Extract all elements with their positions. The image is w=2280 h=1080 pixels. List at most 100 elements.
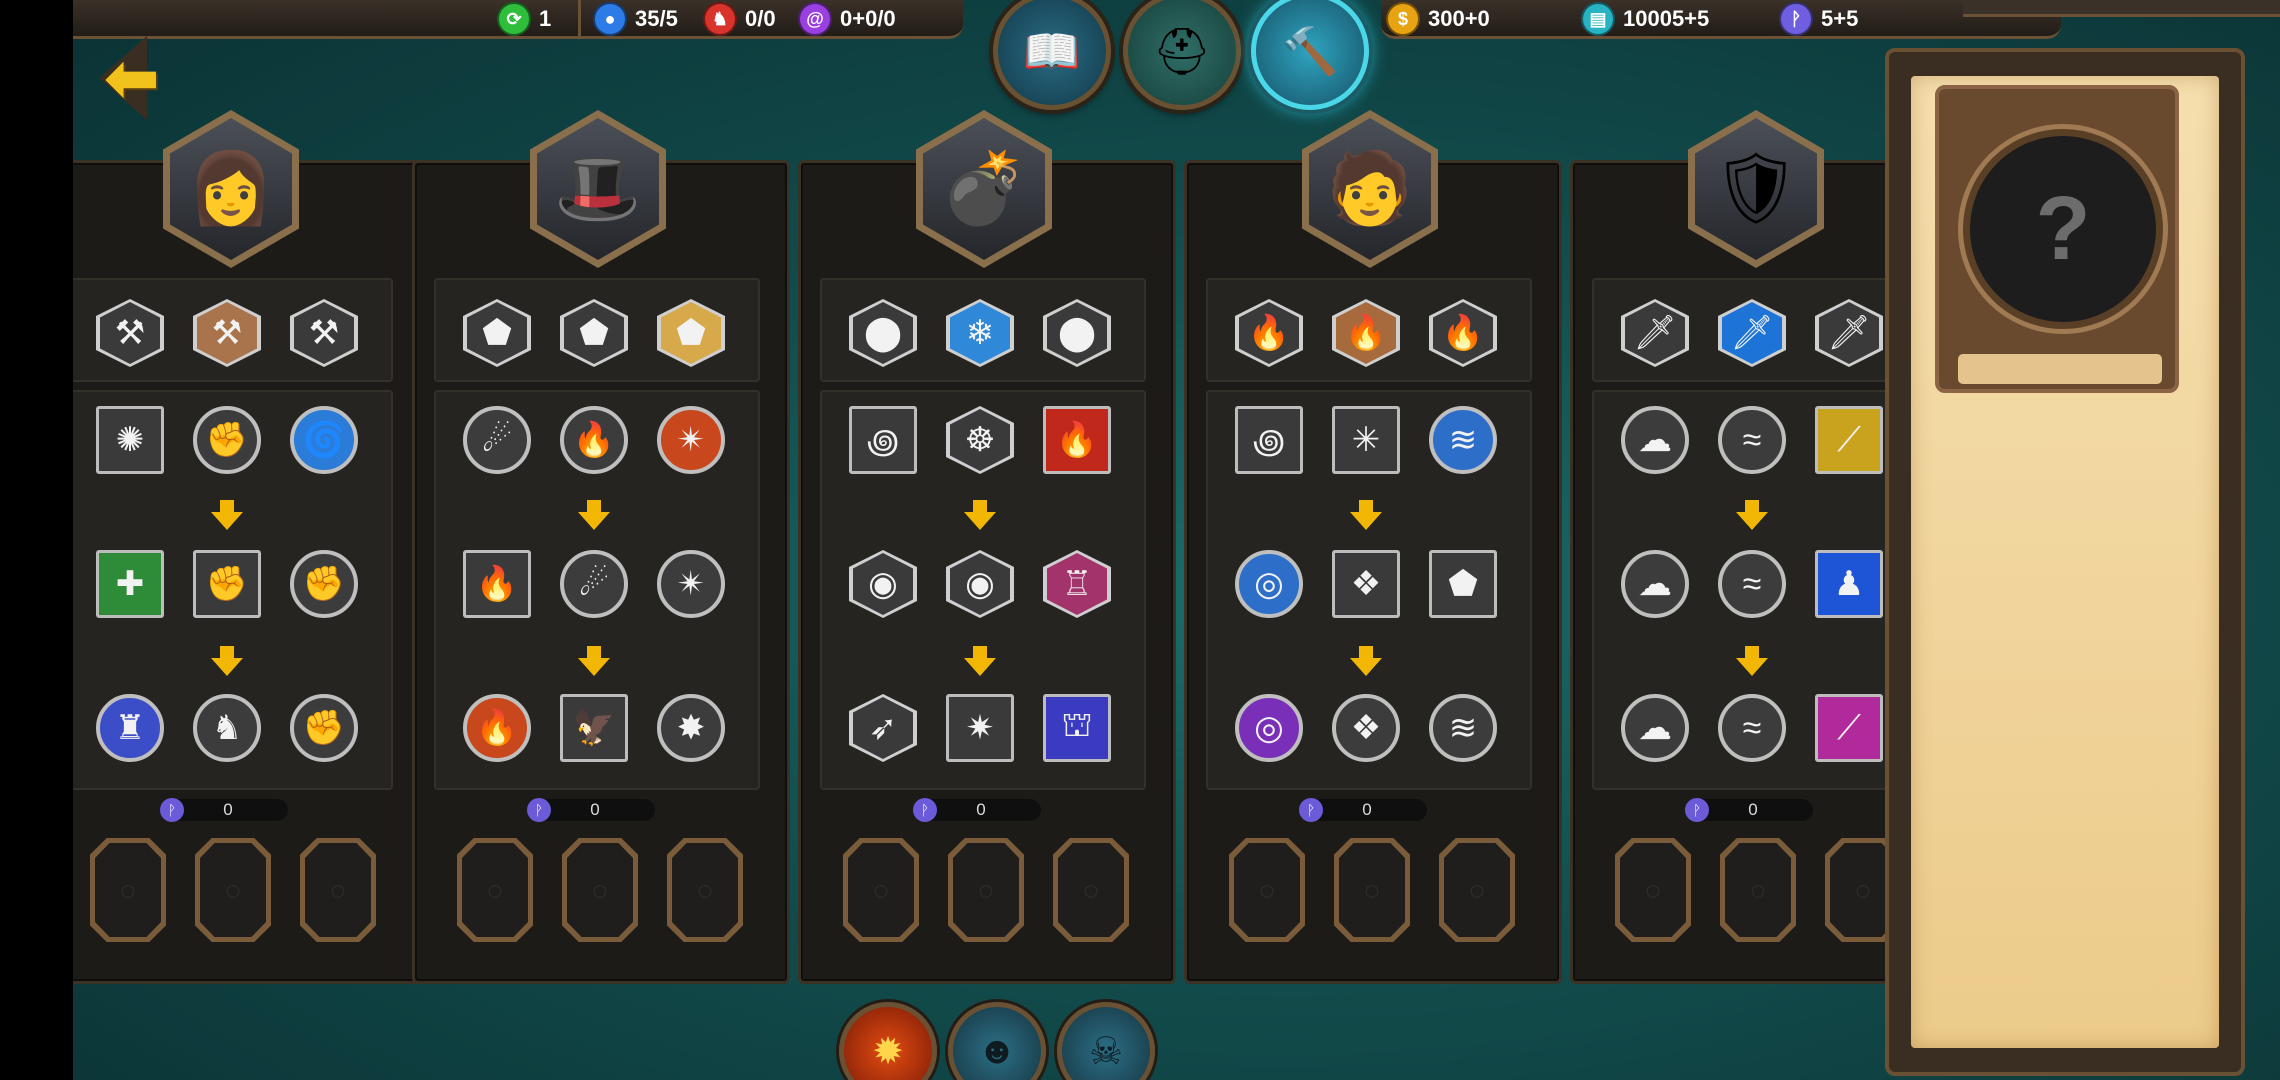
punch-skill-icon[interactable]: ✊: [290, 550, 358, 618]
swirl-skill-icon[interactable]: ꩜: [849, 406, 917, 474]
equipment-slot[interactable]: ◌: [843, 838, 919, 942]
crystal-skill-icon[interactable]: ❖: [1332, 694, 1400, 762]
hero-avatar: 🧑: [1309, 118, 1431, 260]
equipment-slot[interactable]: ◌: [1439, 838, 1515, 942]
empty-slot-icon: ◌: [200, 843, 266, 937]
giant-skill-icon[interactable]: ♞: [193, 694, 261, 762]
tab-fire-emblem[interactable]: ✹: [839, 1002, 937, 1080]
equipment-slot[interactable]: ◌: [1053, 838, 1129, 942]
flame-skill-icon[interactable]: 🔥: [560, 406, 628, 474]
castle-skill-icon[interactable]: ⛫: [1043, 694, 1111, 762]
wind-skill-icon[interactable]: ☁: [1621, 550, 1689, 618]
mask-icon: ☻: [977, 1029, 1017, 1072]
vortex-skill-icon[interactable]: ◎: [1235, 694, 1303, 762]
equipment-slot[interactable]: ◌: [300, 838, 376, 942]
wind-skill-icon[interactable]: ☁: [1621, 406, 1689, 474]
resource-value: 0+0/0: [840, 6, 896, 31]
swirl-skill-icon[interactable]: ꩜: [1235, 406, 1303, 474]
shatter-skill-icon[interactable]: ✺: [96, 406, 164, 474]
detail-name-bar: [1955, 351, 2165, 387]
slash-skill-icon[interactable]: ⟋: [1815, 406, 1883, 474]
shield-icon: ⬟: [564, 302, 624, 364]
frost-boulder-icon: ❄: [950, 302, 1010, 364]
empty-slot-icon: ◌: [95, 843, 161, 937]
down-arrow-icon: [578, 646, 610, 676]
slash-skill-icon[interactable]: ⟋: [1815, 694, 1883, 762]
hammer-icon: ⚒: [294, 302, 354, 364]
fire-icon: 🔥: [1239, 302, 1299, 364]
down-arrow-icon: [1736, 500, 1768, 530]
helmet-icon: ⛑: [1152, 24, 1212, 77]
gust-skill-icon[interactable]: ≈: [1718, 406, 1786, 474]
rune-icon: ᚹ: [913, 798, 937, 822]
flame-skill-icon[interactable]: 🔥: [463, 694, 531, 762]
equipment-slot[interactable]: ◌: [1334, 838, 1410, 942]
resource-value: 10005+5: [1623, 6, 1710, 31]
star-skill-icon[interactable]: ✷: [946, 694, 1014, 762]
rune-icon: ᚹ: [160, 798, 184, 822]
vortex-skill-icon[interactable]: ◎: [1235, 550, 1303, 618]
fireball-skill-icon[interactable]: ☄: [560, 550, 628, 618]
hero-avatar: 💣: [923, 118, 1045, 260]
wave-skill-icon[interactable]: ≋: [1429, 406, 1497, 474]
tornado-skill-icon[interactable]: 🌀: [290, 406, 358, 474]
tab-tome[interactable]: 📖: [993, 0, 1111, 110]
tab-forge[interactable]: 🔨: [1251, 0, 1369, 110]
flame-skill-icon[interactable]: 🔥: [1043, 406, 1111, 474]
punch-skill-icon[interactable]: ✊: [290, 694, 358, 762]
game-screen: ⟳ 1 ● 35/5 ♞ 0/0 @ 0+0/0 $ 300+0 ▤ 10005…: [73, 0, 2280, 1080]
crystal-skill-icon[interactable]: ❖: [1332, 550, 1400, 618]
resource-tomes: ▤ 10005+5: [1581, 2, 1710, 36]
shield-skill-icon[interactable]: ⬟: [1429, 550, 1497, 618]
burst-skill-icon[interactable]: ✴: [657, 406, 725, 474]
wave-skill-icon[interactable]: ≋: [1429, 694, 1497, 762]
hero-avatar: 🛡: [1695, 118, 1817, 260]
person-icon: ●: [593, 2, 627, 36]
equipment-slot[interactable]: ◌: [457, 838, 533, 942]
hero-avatar: 👩: [170, 118, 292, 260]
coin-icon: $: [1386, 2, 1420, 36]
hammer-icon: ⚒: [197, 302, 257, 364]
resource-purple: @ 0+0/0: [798, 2, 896, 36]
tab-demon[interactable]: ☠: [1057, 1002, 1155, 1080]
flame-skill-icon[interactable]: 🔥: [463, 550, 531, 618]
resource-value: 5+5: [1821, 6, 1859, 31]
equipment-slot[interactable]: ◌: [195, 838, 271, 942]
warrior-skill-icon[interactable]: ♜: [96, 694, 164, 762]
heal-skill-icon[interactable]: ✚: [96, 550, 164, 618]
spark-skill-icon[interactable]: ✳: [1332, 406, 1400, 474]
back-button[interactable]: ⬅: [95, 28, 191, 128]
empty-slot-icon: ◌: [567, 843, 633, 937]
down-arrow-icon: [1736, 646, 1768, 676]
explosion-skill-icon[interactable]: ✸: [657, 694, 725, 762]
spirit-skill-icon[interactable]: ♟: [1815, 550, 1883, 618]
eye-icon: ◉: [853, 553, 913, 615]
equipment-slot[interactable]: ◌: [90, 838, 166, 942]
resource-green: ⟳ 1: [497, 2, 551, 36]
divider: [578, 0, 581, 36]
equipment-slot[interactable]: ◌: [667, 838, 743, 942]
top-bar-far: [1963, 0, 2280, 17]
empty-slot-icon: ◌: [672, 843, 738, 937]
wind-skill-icon[interactable]: ☁: [1621, 694, 1689, 762]
eagle-skill-icon[interactable]: 🦅: [560, 694, 628, 762]
empty-slot-icon: ◌: [1058, 843, 1124, 937]
eye-icon: ◉: [950, 553, 1010, 615]
gust-skill-icon[interactable]: ≈: [1718, 694, 1786, 762]
down-arrow-icon: [1350, 646, 1382, 676]
equipment-slot[interactable]: ◌: [562, 838, 638, 942]
punch-skill-icon[interactable]: ✊: [193, 406, 261, 474]
tab-helmet[interactable]: ⛑: [1123, 0, 1241, 110]
hammer-icon: 🔨: [1281, 24, 1339, 77]
fist-skill-icon[interactable]: ✊: [193, 550, 261, 618]
equipment-slot[interactable]: ◌: [1720, 838, 1796, 942]
fireball-skill-icon[interactable]: ☄: [463, 406, 531, 474]
burst-skill-icon[interactable]: ✴: [657, 550, 725, 618]
equipment-slot[interactable]: ◌: [948, 838, 1024, 942]
equipment-slot[interactable]: ◌: [1615, 838, 1691, 942]
resource-blue: ● 35/5: [593, 2, 678, 36]
tab-mask[interactable]: ☻: [948, 1002, 1046, 1080]
gust-skill-icon[interactable]: ≈: [1718, 550, 1786, 618]
equipment-slot[interactable]: ◌: [1229, 838, 1305, 942]
empty-slot-icon: ◌: [953, 843, 1019, 937]
